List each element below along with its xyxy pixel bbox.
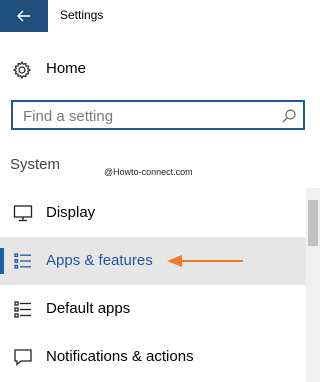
section-label: System <box>10 156 61 173</box>
default-apps-icon <box>14 301 31 318</box>
home-nav-item[interactable]: Home <box>0 52 320 86</box>
notification-icon <box>14 349 32 366</box>
back-button[interactable] <box>0 0 48 32</box>
list-icon <box>14 253 31 269</box>
nav-item-label: Default apps <box>46 300 131 317</box>
nav-item-default-apps[interactable]: Default apps <box>0 285 306 333</box>
scrollbar[interactable] <box>306 188 320 382</box>
annotation-arrow-icon <box>167 255 243 267</box>
title-bar: Settings <box>0 0 320 32</box>
nav-item-label: Apps & features <box>46 252 153 269</box>
search-box[interactable] <box>11 100 305 130</box>
nav-item-notifications[interactable]: Notifications & actions <box>0 333 306 381</box>
monitor-icon <box>13 205 33 222</box>
search-input[interactable] <box>23 106 273 126</box>
search-icon[interactable] <box>281 108 297 124</box>
window-title: Settings <box>60 8 104 22</box>
home-label: Home <box>46 60 87 77</box>
nav-item-apps-features[interactable]: Apps & features <box>0 237 306 285</box>
nav-item-label: Display <box>46 204 96 221</box>
scrollbar-thumb[interactable] <box>308 200 318 246</box>
nav-item-label: Notifications & actions <box>46 348 194 365</box>
watermark-text: @Howto-connect.com <box>104 167 193 177</box>
settings-window: Settings Home System @Howto-connect.com … <box>0 0 320 382</box>
selection-indicator <box>0 248 4 274</box>
gear-icon <box>12 60 32 80</box>
nav-item-display[interactable]: Display <box>0 189 306 237</box>
back-arrow-icon <box>17 10 30 22</box>
